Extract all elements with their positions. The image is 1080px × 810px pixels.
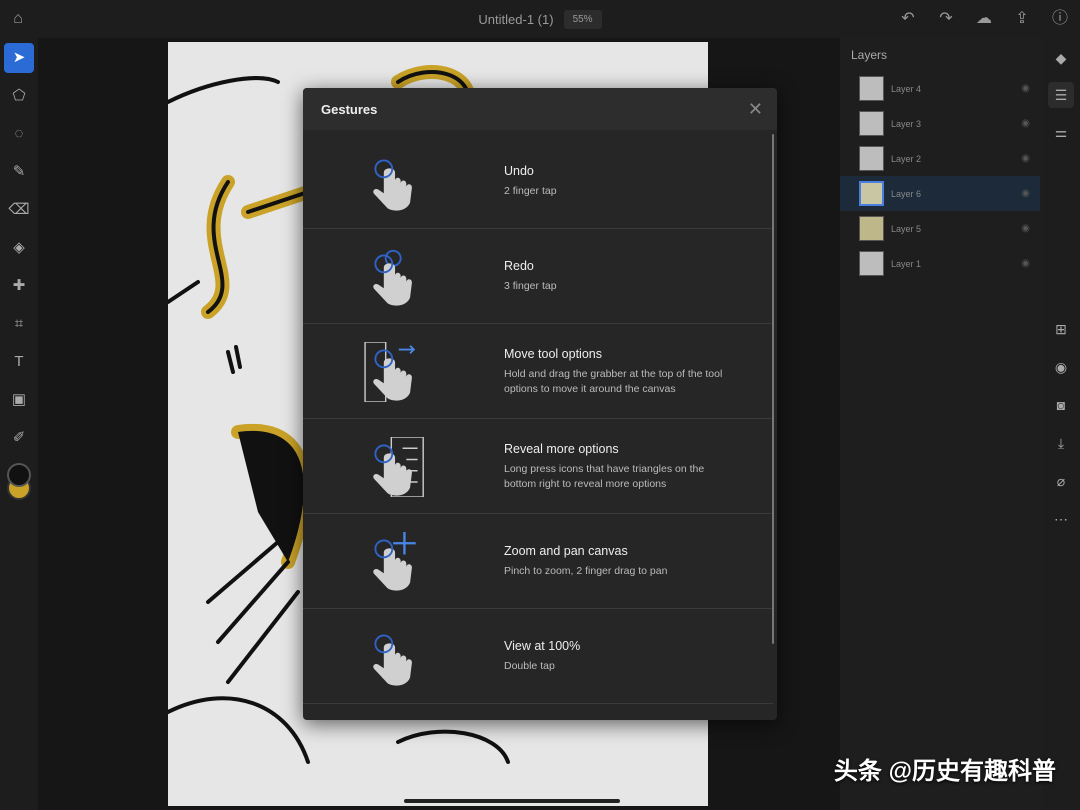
gesture-title: Zoom and pan canvas: [504, 544, 628, 558]
more-icon[interactable]: ⋯: [1048, 506, 1074, 532]
eye-icon[interactable]: ◉: [1021, 118, 1030, 129]
primary-color-swatch[interactable]: [7, 463, 31, 487]
left-toolbar: ➤ ⬠ ◌ ✎ ⌫ ◈ ✚ ⌗ T ▣ ✐: [0, 38, 38, 810]
clear-icon[interactable]: ⌀: [1048, 468, 1074, 494]
layer-name: Layer 5: [891, 223, 922, 234]
zoom-level[interactable]: 55%: [563, 9, 602, 29]
gesture-hand-icon: [373, 532, 416, 591]
gesture-item: Reveal more options Long press icons that…: [303, 419, 773, 514]
redo-icon[interactable]: ↷: [936, 9, 956, 29]
fill-tool-icon[interactable]: ◈: [4, 233, 34, 263]
watermark: 头条 @历史有趣科普: [833, 758, 1056, 785]
crop-tool-icon[interactable]: ⌗: [4, 309, 34, 339]
home-icon[interactable]: ⌂: [8, 9, 28, 29]
gesture-description: Double tap: [504, 660, 555, 672]
home-indicator: [404, 799, 620, 803]
gesture-title: Redo: [504, 259, 534, 273]
gesture-hand-icon: [373, 437, 424, 497]
eyedropper-tool-icon[interactable]: ✐: [4, 423, 34, 453]
gesture-title: Undo: [504, 164, 534, 178]
dialog-header: Gestures ✕: [303, 88, 777, 130]
gesture-item: View at 100% Double tap: [303, 609, 773, 704]
eye-icon[interactable]: ◉: [1021, 223, 1030, 234]
dialog-title: Gestures: [321, 101, 378, 117]
select-tool-icon[interactable]: ➤: [4, 43, 34, 73]
gesture-item: Redo 3 finger tap: [303, 229, 773, 324]
gesture-title: Move tool options: [504, 346, 602, 361]
layers-panel: Layers Layer 4 ◉ Layer 3 ◉ Layer 2 ◉ Layer …: [840, 38, 1042, 810]
gesture-item: Undo 2 finger tap: [303, 134, 773, 229]
transform-tool-icon[interactable]: ⬠: [4, 81, 34, 111]
gesture-hand-icon: [373, 249, 412, 306]
layer-item[interactable]: Layer 4 ◉: [840, 71, 1040, 106]
layer-item[interactable]: Layer 1 ◉: [840, 246, 1040, 281]
gesture-hand-icon: [373, 159, 412, 211]
document-title[interactable]: Untitled-1 (1): [478, 12, 553, 27]
brush-tool-icon[interactable]: ✎: [4, 157, 34, 187]
gesture-hand-icon: [373, 634, 412, 686]
gesture-description: 3 finger tap: [504, 280, 557, 292]
scrollbar[interactable]: [772, 134, 774, 644]
eye-icon[interactable]: ◉: [1021, 83, 1030, 94]
image-tool-icon[interactable]: ▣: [4, 385, 34, 415]
layer-item[interactable]: Layer 5 ◉: [840, 211, 1040, 246]
undo-icon[interactable]: ↶: [898, 9, 918, 29]
layer-thumbnail: [859, 76, 884, 101]
layer-thumbnail: [859, 216, 884, 241]
gesture-item: Move tool options Hold and drag the grabb…: [303, 324, 773, 419]
add-layer-icon[interactable]: ⊞: [1048, 316, 1074, 342]
gesture-description: 2 finger tap: [504, 185, 557, 197]
layer-item[interactable]: Layer 3 ◉: [840, 106, 1040, 141]
mask-icon[interactable]: ◙: [1048, 392, 1074, 418]
eye-icon[interactable]: ◉: [1021, 188, 1030, 199]
gesture-hand-icon: [364, 342, 416, 402]
layer-item-selected[interactable]: Layer 6 ◉: [840, 176, 1040, 211]
merge-icon[interactable]: ⤓: [1048, 430, 1074, 456]
gesture-title: Reveal more options: [504, 441, 619, 456]
gesture-description: Long press icons that have triangles on …: [504, 462, 705, 490]
close-icon[interactable]: ✕: [748, 99, 763, 120]
layer-thumbnail: [859, 146, 884, 171]
eye-icon[interactable]: ◉: [1021, 258, 1030, 269]
layer-thumbnail: [859, 251, 884, 276]
share-icon[interactable]: ⇪: [1012, 9, 1032, 29]
layer-list-icon[interactable]: ☰: [1048, 82, 1074, 108]
gesture-item: Zoom and pan canvas Pinch to zoom, 2 fing…: [303, 514, 773, 609]
right-toolbar: ◆ ☰ ⚌ ⊞ ◉ ◙ ⤓ ⌀ ⋯: [1042, 38, 1080, 810]
layer-name: Layer 4: [891, 83, 922, 94]
text-tool-icon[interactable]: T: [4, 347, 34, 377]
healing-tool-icon[interactable]: ✚: [4, 271, 34, 301]
gesture-title: View at 100%: [504, 639, 581, 653]
layers-title: Layers: [851, 48, 888, 62]
adjustments-icon[interactable]: ⚌: [1048, 119, 1074, 145]
layer-name: Layer 6: [891, 188, 922, 199]
eye-icon[interactable]: ◉: [1021, 153, 1030, 164]
visibility-icon[interactable]: ◉: [1048, 354, 1074, 380]
gesture-description: Hold and drag the grabber at the top of …: [504, 367, 723, 395]
layer-name: Layer 3: [891, 118, 922, 129]
lasso-tool-icon[interactable]: ◌: [4, 119, 34, 149]
cloud-icon[interactable]: ☁: [974, 9, 994, 29]
eraser-tool-icon[interactable]: ⌫: [4, 195, 34, 225]
gestures-dialog: Gestures ✕ Undo 2 finger tap Redo 3 finger …: [303, 88, 777, 720]
layer-name: Layer 2: [891, 153, 922, 164]
layer-thumbnail: [859, 181, 884, 206]
layer-name: Layer 1: [891, 258, 922, 269]
layer-item[interactable]: Layer 2 ◉: [840, 141, 1040, 176]
layers-icon[interactable]: ◆: [1048, 45, 1074, 71]
top-bar: ⌂ Untitled-1 (1) 55% ↶ ↷ ☁ ⇪ ⓘ: [0, 0, 1080, 38]
layer-thumbnail: [859, 111, 884, 136]
gesture-description: Pinch to zoom, 2 finger drag to pan: [504, 565, 668, 577]
help-icon[interactable]: ⓘ: [1050, 9, 1070, 29]
